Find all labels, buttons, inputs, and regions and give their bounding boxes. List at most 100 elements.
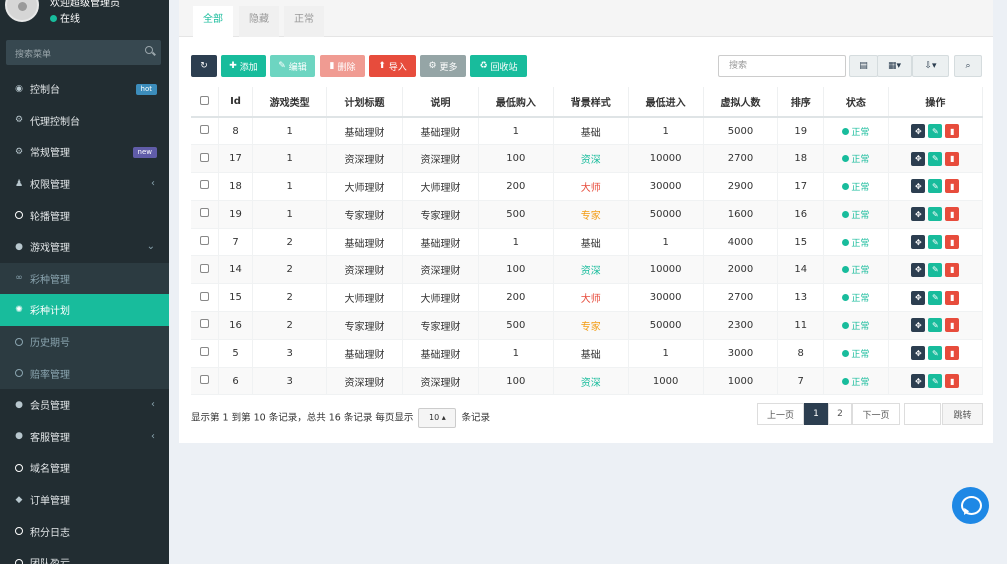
column-header[interactable]: 虚拟人数 (703, 87, 779, 118)
column-header[interactable]: 说明 (402, 87, 479, 118)
drag-move-icon[interactable]: ✥ (911, 124, 926, 139)
sidebar-item[interactable]: ♟ 权限管理 ‹ (0, 168, 169, 200)
table-row[interactable]: 17 1 资深理财 资深理财 100 资深 10000 2700 18 正常 ✥ ✎ ▮ (191, 144, 984, 174)
import-button[interactable]: ⬆ 导入 (369, 55, 416, 77)
edit-icon[interactable]: ✎ (928, 179, 943, 194)
page-2-button[interactable]: 2 (828, 403, 852, 425)
sidebar-item[interactable]: 轮播管理 (0, 199, 169, 231)
add-button[interactable]: ✚ 添加 (221, 55, 266, 77)
table-row[interactable]: 5 3 基础理财 基础理财 1 基础 1 3000 8 正常 ✥ ✎ ▮ (191, 339, 984, 368)
drag-move-icon[interactable]: ✥ (911, 207, 926, 222)
delete-icon[interactable]: ▮ (945, 346, 960, 361)
edit-icon[interactable]: ✎ (928, 290, 943, 305)
prev-page-button[interactable]: 上一页 (757, 403, 804, 425)
drag-move-icon[interactable]: ✥ (911, 318, 926, 333)
recycle-bin-button[interactable]: ♻ 回收站 (470, 55, 527, 77)
sidebar-item[interactable]: ✺ 彩种计划 (0, 294, 169, 326)
drag-move-icon[interactable]: ✥ (911, 151, 926, 166)
table-row[interactable]: 6 3 资深理财 资深理财 100 资深 1000 1000 7 正常 ✥ ✎ ▮ (191, 367, 984, 396)
edit-icon[interactable]: ✎ (928, 124, 943, 139)
drag-move-icon[interactable]: ✥ (911, 290, 926, 305)
sidebar-item[interactable]: ⚙ 常规管理 new (0, 136, 169, 168)
avatar[interactable] (5, 0, 39, 22)
sidebar-item[interactable]: ◉ 控制台 hot (0, 73, 169, 105)
sidebar-item[interactable]: ∞ 彩种管理 (0, 262, 169, 295)
sidebar-item[interactable]: 域名管理 (0, 452, 169, 484)
delete-icon[interactable]: ▮ (945, 124, 960, 139)
column-header[interactable]: 背景样式 (553, 87, 629, 118)
column-header[interactable]: Id (218, 87, 254, 118)
next-page-button[interactable]: 下一页 (852, 403, 900, 425)
tab-normal[interactable]: 正常 (284, 6, 324, 37)
sidebar-item[interactable]: ● 游戏管理 ⌄ (0, 231, 169, 263)
column-header[interactable]: 状态 (823, 87, 889, 118)
row-checkbox[interactable] (199, 347, 209, 357)
sidebar-item[interactable]: ● 会员管理 ‹ (0, 389, 169, 421)
sidebar-item[interactable]: 赔率管理 (0, 357, 169, 389)
column-header[interactable]: 游戏类型 (252, 87, 328, 118)
drag-move-icon[interactable]: ✥ (911, 262, 926, 277)
drag-move-icon[interactable]: ✥ (911, 235, 926, 250)
drag-move-icon[interactable]: ✥ (911, 179, 926, 194)
row-checkbox[interactable] (199, 319, 209, 329)
table-row[interactable]: 15 2 大师理财 大师理财 200 大师 30000 2700 13 正常 ✥ ✎ ▮ (191, 283, 984, 313)
delete-icon[interactable]: ▮ (945, 179, 960, 194)
chat-bubble-icon[interactable] (952, 487, 989, 524)
delete-icon[interactable]: ▮ (945, 318, 960, 333)
table-row[interactable]: 19 1 专家理财 专家理财 500 专家 50000 1600 16 正常 ✥ ✎ ▮ (191, 200, 984, 229)
edit-icon[interactable]: ✎ (928, 262, 943, 277)
drag-move-icon[interactable]: ✥ (911, 374, 926, 389)
row-checkbox[interactable] (199, 152, 209, 162)
row-checkbox[interactable] (199, 263, 209, 273)
tab-all[interactable]: 全部 (193, 6, 233, 37)
row-checkbox[interactable] (199, 236, 209, 246)
edit-icon[interactable]: ✎ (928, 318, 943, 333)
column-header[interactable]: 排序 (777, 87, 824, 118)
edit-icon[interactable]: ✎ (928, 374, 943, 389)
column-header[interactable]: 最低购入 (478, 87, 554, 118)
sidebar-item[interactable]: ⚙ 代理控制台 (0, 105, 169, 137)
edit-icon[interactable]: ✎ (928, 151, 943, 166)
table-row[interactable]: 18 1 大师理财 大师理财 200 大师 30000 2900 17 正常 ✥ ✎ ▮ (191, 172, 984, 201)
table-row[interactable]: 14 2 资深理财 资深理财 100 资深 10000 2000 14 正常 ✥ ✎ ▮ (191, 255, 984, 285)
delete-icon[interactable]: ▮ (945, 262, 960, 277)
delete-button[interactable]: ▮ 删除 (320, 55, 365, 77)
toggle-view-button[interactable]: ▤ (849, 55, 878, 77)
row-checkbox[interactable] (199, 375, 209, 385)
table-search-input[interactable]: 搜索 (718, 55, 846, 77)
edit-icon[interactable]: ✎ (928, 235, 943, 250)
columns-dropdown[interactable]: ▦▾ (877, 55, 912, 77)
edit-icon[interactable]: ✎ (928, 207, 943, 222)
row-checkbox[interactable] (199, 291, 209, 301)
drag-move-icon[interactable]: ✥ (911, 346, 926, 361)
select-all-checkbox[interactable] (199, 95, 209, 105)
column-header[interactable]: 最低进入 (628, 87, 704, 118)
table-row[interactable]: 7 2 基础理财 基础理财 1 基础 1 4000 15 正常 ✥ ✎ ▮ (191, 228, 984, 257)
edit-icon[interactable]: ✎ (928, 346, 943, 361)
more-button[interactable]: ⚙ 更多 (420, 55, 466, 77)
jump-button[interactable]: 跳转 (942, 403, 983, 425)
export-dropdown[interactable]: ⇩▾ (912, 55, 949, 77)
edit-button[interactable]: ✎ 编辑 (270, 55, 315, 77)
tab-hidden[interactable]: 隐藏 (239, 6, 279, 37)
delete-icon[interactable]: ▮ (945, 151, 960, 166)
row-checkbox[interactable] (199, 180, 209, 190)
sidebar-item[interactable]: 积分日志 (0, 515, 169, 547)
advanced-search-button[interactable]: ⌕ (954, 55, 982, 77)
refresh-button[interactable]: ↻ (191, 55, 217, 77)
sidebar-item[interactable]: 历史期号 (0, 325, 169, 358)
row-checkbox[interactable] (199, 208, 209, 218)
delete-icon[interactable]: ▮ (945, 290, 960, 305)
sidebar-item[interactable]: ◆ 订单管理 (0, 484, 169, 516)
sidebar-item[interactable]: ● 客服管理 ‹ (0, 421, 169, 453)
table-row[interactable]: 16 2 专家理财 专家理财 500 专家 50000 2300 11 正常 ✥ ✎ ▮ (191, 311, 984, 340)
row-checkbox[interactable] (199, 125, 209, 135)
jump-page-input[interactable] (904, 403, 941, 425)
delete-icon[interactable]: ▮ (945, 207, 960, 222)
delete-icon[interactable]: ▮ (945, 235, 960, 250)
search-icon[interactable] (145, 46, 153, 54)
delete-icon[interactable]: ▮ (945, 374, 960, 389)
page-size-dropdown[interactable]: 10 ▴ (418, 408, 457, 428)
sidebar-search-input[interactable]: 搜索菜单 (6, 40, 161, 65)
page-1-button[interactable]: 1 (804, 403, 828, 425)
